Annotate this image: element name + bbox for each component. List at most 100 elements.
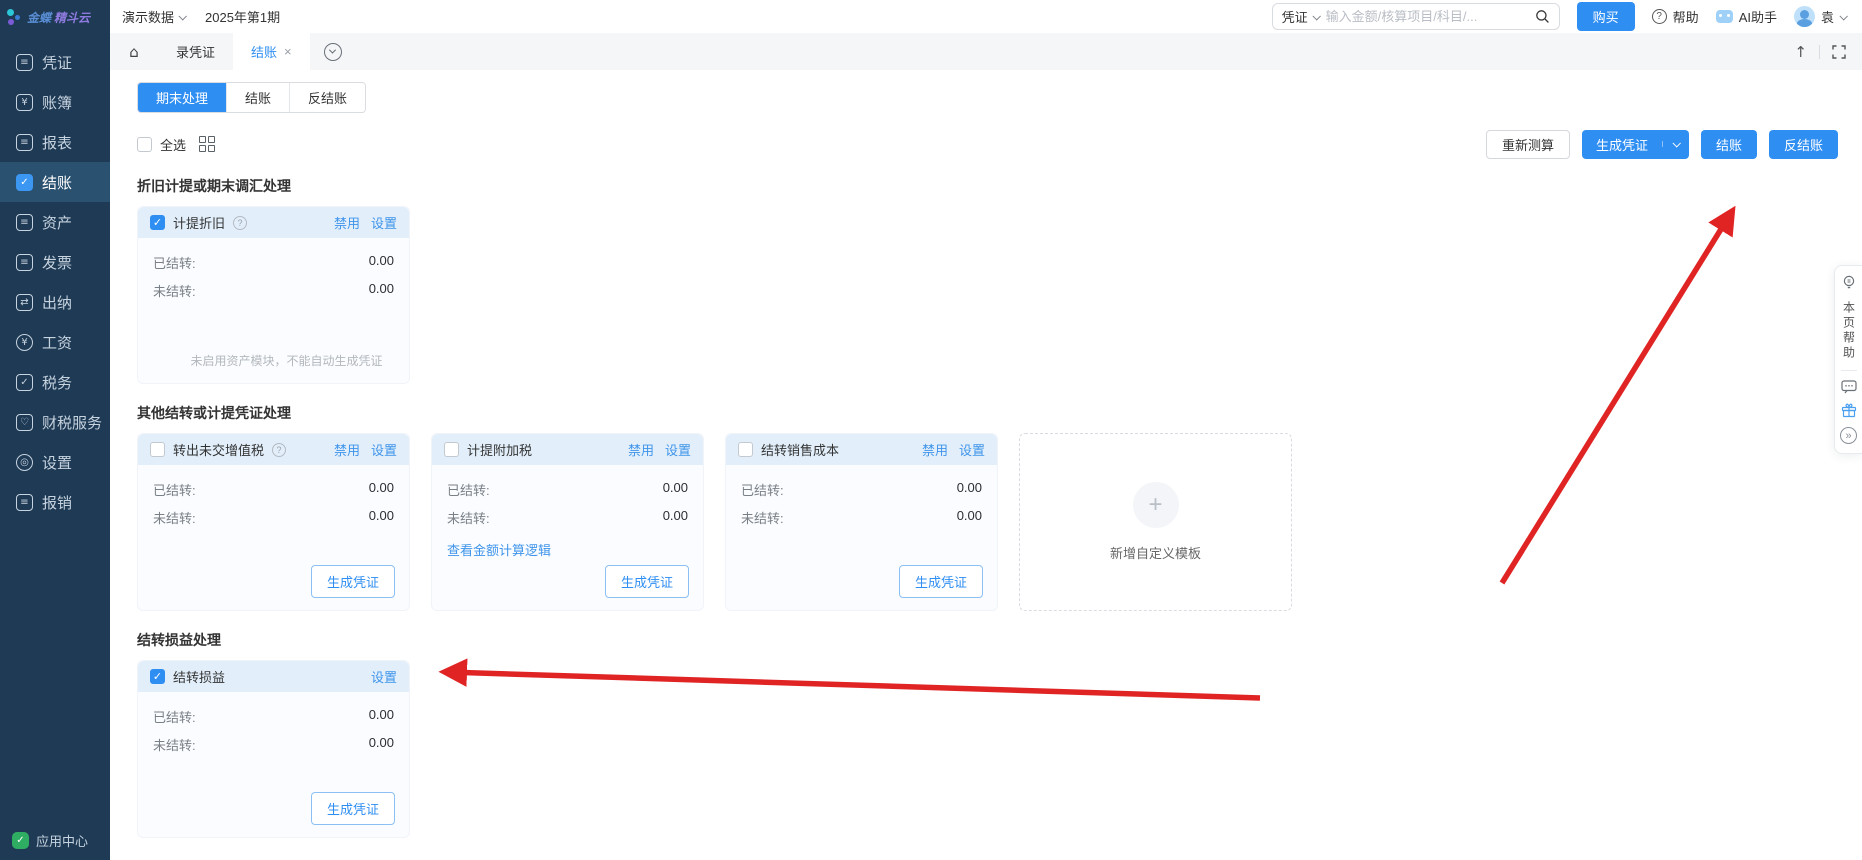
sidebar-nav: ≡凭证¥账簿≡报表✓结账≡资产≡发票⇄出纳¥工资✓税务♡财税服务◎设置≡报销 (0, 34, 110, 820)
close-icon[interactable]: × (284, 44, 292, 59)
avatar (1794, 6, 1815, 27)
help-rail: 本页帮助 » (1834, 265, 1862, 454)
sidebar-item-salary[interactable]: ¥工资 (0, 322, 110, 362)
generate-voucher-dropdown[interactable] (1662, 141, 1689, 147)
generate-voucher-card-button[interactable]: 生成凭证 (311, 792, 395, 825)
generate-voucher-card-button[interactable]: 生成凭证 (311, 565, 395, 598)
robot-icon (1716, 10, 1733, 23)
disable-link[interactable]: 禁用 (922, 440, 948, 459)
sidebar-item-settings[interactable]: ◎设置 (0, 442, 110, 482)
task-checkbox[interactable] (444, 442, 459, 457)
sidebar-item-tax[interactable]: ✓税务 (0, 362, 110, 402)
settings-link[interactable]: 设置 (371, 213, 397, 232)
generate-voucher-split-button: 生成凭证 (1582, 130, 1689, 159)
account-selector[interactable]: 演示数据 (122, 7, 185, 26)
task-card-depreciation: ✓计提折旧?禁用设置已结转:0.00未结转:0.00未启用资产模块，不能自动生成… (137, 206, 410, 384)
calc-logic-link[interactable]: 查看金额计算逻辑 (447, 540, 688, 559)
app-center-icon: ✓ (12, 832, 29, 849)
amount-value: 0.00 (663, 480, 688, 499)
amount-value: 0.00 (369, 480, 394, 499)
help-button[interactable]: ? 帮助 (1652, 7, 1699, 26)
recalculate-button[interactable]: 重新测算 (1486, 130, 1570, 159)
sidebar-item-reports[interactable]: ≡报表 (0, 122, 110, 162)
task-checkbox[interactable] (150, 442, 165, 457)
tab-closing[interactable]: 结账× (233, 33, 310, 70)
global-search: 凭证 (1272, 3, 1560, 30)
tab-history-button[interactable] (324, 43, 342, 61)
feedback-chat-button[interactable] (1841, 380, 1857, 394)
disable-link[interactable]: 禁用 (334, 213, 360, 232)
settings-link[interactable]: 设置 (371, 667, 397, 686)
question-circle-icon[interactable]: ? (233, 216, 247, 230)
brand-name-secondary: 精斗云 (54, 9, 90, 26)
home-icon: ⌂ (129, 43, 139, 61)
generate-voucher-card-button[interactable]: 生成凭证 (605, 565, 689, 598)
sidebar-item-invoice[interactable]: ≡发票 (0, 242, 110, 282)
select-all-checkbox[interactable] (137, 137, 152, 152)
search-category-dropdown[interactable]: 凭证 (1282, 7, 1319, 26)
disable-link[interactable]: 禁用 (334, 440, 360, 459)
closing-page: 期末处理结账反结账 全选 重新测算 生成凭证 结账 反结账 折旧计提或期末调汇处… (110, 70, 1862, 860)
books-icon: ¥ (16, 94, 33, 111)
divider (1841, 370, 1857, 371)
gift-promo-button[interactable] (1841, 403, 1857, 418)
settings-link[interactable]: 设置 (371, 440, 397, 459)
user-menu[interactable]: 袁 (1794, 6, 1846, 27)
settings-link[interactable]: 设置 (959, 440, 985, 459)
sidebar-item-cashier[interactable]: ⇄出纳 (0, 282, 110, 322)
sidebar-item-books[interactable]: ¥账簿 (0, 82, 110, 122)
ai-assistant-button[interactable]: AI助手 (1716, 7, 1777, 26)
card-links: 禁用设置 (334, 213, 397, 232)
segment-0[interactable]: 期末处理 (138, 83, 227, 112)
buy-button[interactable]: 购买 (1577, 2, 1635, 31)
disable-link[interactable]: 禁用 (628, 440, 654, 459)
task-title: 结转销售成本 (761, 440, 839, 459)
settings-link[interactable]: 设置 (665, 440, 691, 459)
close-period-button[interactable]: 结账 (1701, 130, 1757, 159)
sidebar-item-tax-service[interactable]: ♡财税服务 (0, 402, 110, 442)
page-help-button[interactable] (1841, 275, 1857, 292)
sidebar-item-assets[interactable]: ≡资产 (0, 202, 110, 242)
amount-label: 未结转: (447, 508, 490, 527)
task-checkbox[interactable]: ✓ (150, 215, 165, 230)
generate-voucher-button[interactable]: 生成凭证 (1582, 135, 1662, 154)
tax-service-icon: ♡ (16, 414, 33, 431)
segment-1[interactable]: 结账 (227, 83, 290, 112)
plus-icon: + (1133, 482, 1179, 528)
invoice-icon: ≡ (16, 254, 33, 271)
segment-2[interactable]: 反结账 (290, 83, 365, 112)
amount-row: 未结转:0.00 (741, 508, 982, 527)
page-help-label: 本页帮助 (1843, 301, 1855, 361)
reports-icon: ≡ (16, 134, 33, 151)
sidebar-item-voucher[interactable]: ≡凭证 (0, 42, 110, 82)
grid-view-icon[interactable] (199, 136, 215, 152)
sidebar-item-expense[interactable]: ≡报销 (0, 482, 110, 522)
collapse-rail-button[interactable]: » (1840, 427, 1857, 444)
add-template-label: 新增自定义模板 (1110, 543, 1201, 562)
collapse-up-button[interactable]: ↑ (1794, 43, 1807, 61)
search-icon[interactable] (1535, 9, 1550, 24)
generate-voucher-card-button[interactable]: 生成凭证 (899, 565, 983, 598)
user-name: 袁 (1821, 7, 1834, 26)
card-header: 结转销售成本 禁用设置 (726, 434, 997, 465)
task-checkbox[interactable] (738, 442, 753, 457)
search-input[interactable] (1326, 9, 1528, 24)
unclose-period-button[interactable]: 反结账 (1769, 130, 1838, 159)
tab-voucher-entry[interactable]: 录凭证 (158, 33, 233, 70)
fullscreen-button[interactable] (1832, 45, 1846, 59)
sidebar-item-app-center[interactable]: ✓ 应用中心 (0, 820, 110, 860)
app-window: 金蝶 精斗云 ≡凭证¥账簿≡报表✓结账≡资产≡发票⇄出纳¥工资✓税务♡财税服务◎… (0, 0, 1862, 860)
add-template-card[interactable]: + 新增自定义模板 (1019, 433, 1292, 611)
home-button[interactable]: ⌂ (110, 33, 158, 70)
sidebar-item-closing[interactable]: ✓结账 (0, 162, 110, 202)
amount-row: 已结转:0.00 (153, 707, 394, 726)
amount-value: 0.00 (369, 281, 394, 300)
sidebar-item-label: 设置 (42, 452, 72, 473)
period-label[interactable]: 2025年第1期 (205, 7, 280, 26)
question-circle-icon[interactable]: ? (272, 443, 286, 457)
amount-label: 已结转: (153, 707, 196, 726)
amount-value: 0.00 (369, 253, 394, 272)
task-card-surtax: 计提附加税禁用设置已结转:0.00未结转:0.00查看金额计算逻辑生成凭证 (431, 433, 704, 611)
amount-label: 未结转: (741, 508, 784, 527)
task-checkbox[interactable]: ✓ (150, 669, 165, 684)
